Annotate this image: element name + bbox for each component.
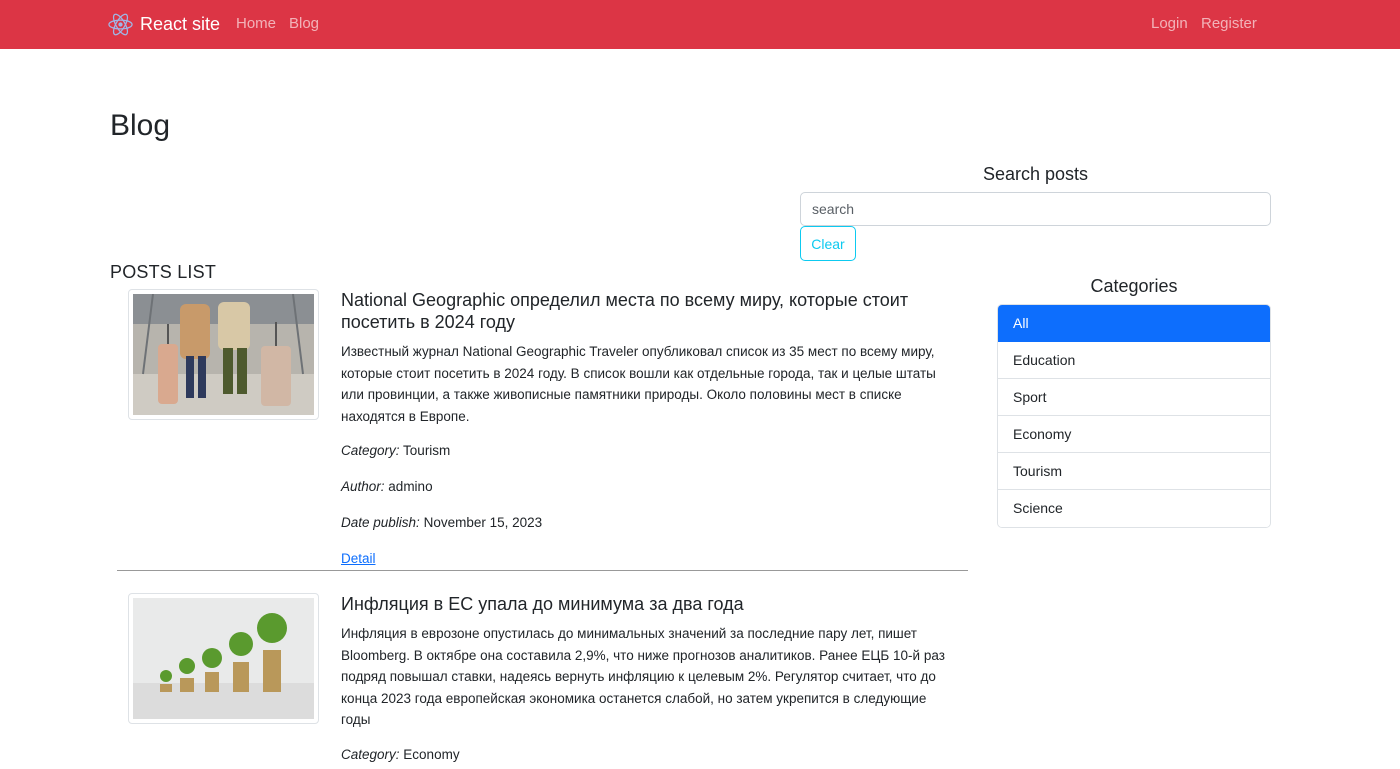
category-item-all[interactable]: All bbox=[998, 305, 1270, 342]
category-value: Economy bbox=[403, 746, 460, 762]
nav-blog-link[interactable]: Blog bbox=[289, 15, 319, 33]
nav-register-link[interactable]: Register bbox=[1201, 15, 1257, 33]
navbar: React site Home Blog Login Register bbox=[0, 0, 1400, 49]
post-text: Известный журнал National Geographic Tra… bbox=[341, 344, 936, 424]
category-value: Tourism bbox=[403, 443, 451, 459]
category-item-education[interactable]: Education bbox=[998, 342, 1270, 379]
categories-list: All Education Sport Economy Tourism Scie… bbox=[997, 304, 1271, 528]
post-author: Author: admino bbox=[341, 477, 953, 497]
date-label: Date publish: bbox=[341, 515, 420, 531]
post-category: Category: Economy bbox=[341, 745, 953, 765]
post-card: National Geographic определил места по в… bbox=[117, 289, 968, 569]
category-item-sport[interactable]: Sport bbox=[998, 379, 1270, 416]
clear-button[interactable]: Clear bbox=[800, 226, 856, 261]
categories-title: Categories bbox=[1090, 276, 1178, 296]
category-label: Category: bbox=[341, 443, 400, 459]
post-thumbnail bbox=[128, 289, 319, 420]
post-separator bbox=[117, 570, 968, 571]
date-value: November 15, 2023 bbox=[423, 515, 543, 531]
post-date: Date publish: November 15, 2023 bbox=[341, 513, 953, 533]
post-title: Инфляция в ЕС упала до минимума за два г… bbox=[341, 594, 744, 614]
author-value: admino bbox=[388, 479, 433, 495]
travelers-suitcases-image bbox=[133, 294, 314, 415]
nav-login-link[interactable]: Login bbox=[1151, 15, 1188, 33]
search-input[interactable] bbox=[800, 192, 1271, 226]
coins-trees-image bbox=[133, 598, 314, 719]
brand-link[interactable]: React site bbox=[107, 11, 220, 38]
post-text: Инфляция в еврозоне опустилась до минима… bbox=[341, 626, 945, 728]
search-title: Search posts bbox=[982, 164, 1089, 184]
post-category: Category: Tourism bbox=[341, 441, 953, 461]
page-title: Blog bbox=[110, 109, 171, 142]
post-content: National Geographic определил места по в… bbox=[341, 289, 953, 569]
react-logo-icon bbox=[108, 13, 133, 36]
author-label: Author: bbox=[341, 479, 385, 495]
nav-home-link[interactable]: Home bbox=[236, 15, 276, 33]
category-label: Category: bbox=[341, 746, 400, 762]
brand-name: React site bbox=[140, 14, 221, 34]
detail-link[interactable]: Detail bbox=[341, 551, 376, 566]
posts-list-heading: POSTS LIST bbox=[110, 262, 217, 282]
category-item-science[interactable]: Science bbox=[998, 490, 1270, 527]
category-item-tourism[interactable]: Tourism bbox=[998, 453, 1270, 490]
post-card: Инфляция в ЕС упала до минимума за два г… bbox=[117, 593, 968, 769]
post-thumbnail bbox=[128, 593, 319, 724]
post-content: Инфляция в ЕС упала до минимума за два г… bbox=[341, 593, 953, 769]
post-title: National Geographic определил места по в… bbox=[341, 290, 909, 332]
category-item-economy[interactable]: Economy bbox=[998, 416, 1270, 453]
